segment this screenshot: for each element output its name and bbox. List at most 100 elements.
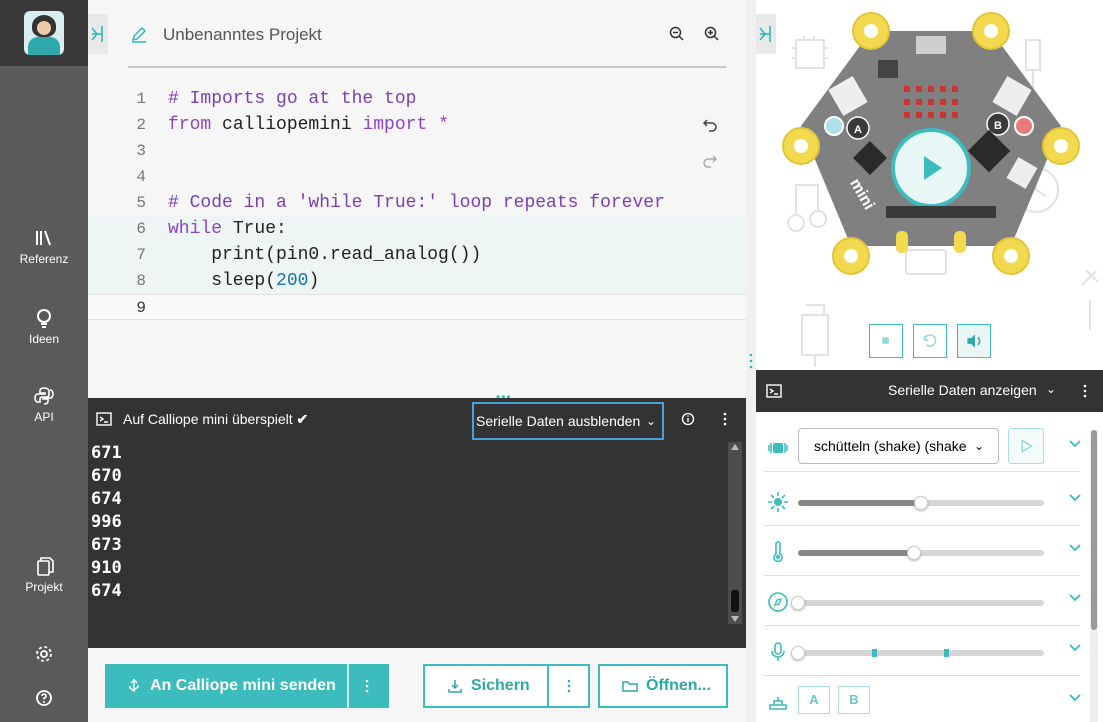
scroll-up-icon[interactable] <box>731 444 739 450</box>
send-options-icon[interactable] <box>365 678 369 694</box>
nav-label-referenz: Referenz <box>19 252 69 266</box>
code-line[interactable]: 7 print(pin0.read_analog()) <box>88 242 746 268</box>
console-scroll-thumb[interactable] <box>731 590 739 612</box>
sensor-row-sound <box>764 626 1082 676</box>
serial-output-line: 671 <box>91 443 122 463</box>
sensor-row-buttons: A B <box>764 676 1082 722</box>
save-options-button[interactable] <box>547 664 590 708</box>
code-line[interactable]: 8 sleep(200) <box>88 268 746 294</box>
zoom-out-icon[interactable] <box>668 25 686 43</box>
serial-output-line: 670 <box>91 466 122 486</box>
speaker-icon <box>967 334 981 348</box>
code-text: from calliopemini import * <box>168 112 449 138</box>
app-logo[interactable] <box>0 0 88 66</box>
code-line[interactable]: 5 # Code in a 'while True:' loop repeats … <box>88 190 746 216</box>
side-nav: Referenz Ideen API Projekt <box>0 0 88 722</box>
download-icon <box>448 680 462 693</box>
light-slider-knob[interactable] <box>914 496 928 510</box>
scroll-down-icon[interactable] <box>731 616 739 622</box>
open-button[interactable]: Öffnen... <box>598 664 728 708</box>
line-number: 7 <box>136 246 146 264</box>
line-number: 3 <box>136 142 146 160</box>
sim-reset-button[interactable] <box>913 324 947 358</box>
code-token: from <box>168 115 223 135</box>
svg-text:A: A <box>854 124 862 136</box>
send-to-calliope-button[interactable]: An Calliope mini senden <box>105 664 389 708</box>
code-line[interactable]: 1 # Imports go at the top <box>88 86 746 112</box>
sensor-scrollbar[interactable] <box>1090 430 1098 722</box>
undo-icon[interactable] <box>702 116 718 132</box>
vertical-splitter[interactable] <box>746 0 756 722</box>
drag-handle-icon[interactable] <box>749 352 753 370</box>
chevron-down-icon: ⌄ <box>974 439 985 453</box>
nav-item-referenz[interactable]: Referenz <box>0 228 88 266</box>
console-scrollbar[interactable] <box>728 442 742 624</box>
gesture-play-button[interactable] <box>1008 428 1044 464</box>
chevron-down-icon[interactable] <box>1068 690 1082 704</box>
chevron-down-icon[interactable] <box>1068 540 1082 554</box>
chevron-down-icon[interactable] <box>1068 640 1082 654</box>
chevron-down-icon[interactable] <box>1068 490 1082 504</box>
code-line[interactable]: 9 <box>88 294 746 320</box>
code-area[interactable]: 1 # Imports go at the top 2 from calliopemi… <box>88 86 746 320</box>
serial-data-header[interactable]: Serielle Daten anzeigen ⌄ <box>756 370 1103 412</box>
chevron-down-icon[interactable] <box>1068 436 1082 450</box>
nav-item-projekt[interactable]: Projekt <box>0 556 88 594</box>
redo-icon[interactable] <box>702 152 718 168</box>
chevron-down-icon[interactable] <box>1068 590 1082 604</box>
sound-threshold-high[interactable] <box>944 649 949 657</box>
shake-icon <box>768 443 788 453</box>
light-slider-fill <box>798 500 921 506</box>
compass-slider-knob[interactable] <box>791 596 805 610</box>
sim-sound-button[interactable] <box>957 324 991 358</box>
code-token: ) <box>308 271 320 291</box>
project-title-row: Unbenanntes Projekt <box>128 22 726 68</box>
sound-slider[interactable] <box>791 646 1044 660</box>
nav-item-ideen[interactable]: Ideen <box>0 308 88 346</box>
serial-console: Auf Calliope mini überspielt ✔ Serielle … <box>88 398 746 648</box>
serial-output: 671 670 674 996 673 910 674 <box>91 442 122 603</box>
code-line[interactable]: 2 from calliopemini import * <box>88 112 746 138</box>
temperature-slider-knob[interactable] <box>907 546 921 560</box>
temperature-slider[interactable] <box>798 546 1044 560</box>
line-number: 6 <box>136 220 146 238</box>
action-bar: An Calliope mini senden Sichern Öffnen..… <box>88 648 746 722</box>
calliope-board-icon[interactable]: A B mini <box>776 6 1086 286</box>
play-icon <box>1021 439 1034 453</box>
gesture-select[interactable]: schütteln (shake) (shake ⌄ <box>798 428 999 464</box>
help-button[interactable] <box>0 688 88 712</box>
chevron-down-icon[interactable]: ⌄ <box>1046 382 1056 396</box>
hide-serial-toggle[interactable]: Serielle Daten ausblenden ⌄ <box>472 402 664 440</box>
lightbulb-icon <box>37 309 51 328</box>
serial-output-line: 674 <box>91 489 122 509</box>
more-vertical-icon[interactable] <box>722 411 728 427</box>
zoom-in-icon[interactable] <box>703 25 721 43</box>
button-a[interactable]: A <box>798 686 830 714</box>
show-serial-label[interactable]: Serielle Daten anzeigen <box>888 382 1037 398</box>
info-icon[interactable] <box>681 412 695 426</box>
send-button-separator <box>347 664 349 708</box>
code-line[interactable]: 6 while True: <box>88 216 746 242</box>
settings-button[interactable] <box>0 644 88 668</box>
sound-threshold-low[interactable] <box>872 649 877 657</box>
button-b[interactable]: B <box>838 686 870 714</box>
sound-slider-knob[interactable] <box>791 646 805 660</box>
code-line[interactable]: 3 <box>88 138 746 164</box>
save-button[interactable]: Sichern <box>423 664 549 708</box>
nav-item-api[interactable]: API <box>0 386 88 424</box>
compass-slider[interactable] <box>791 596 1044 610</box>
sensor-scroll-thumb[interactable] <box>1091 430 1097 630</box>
pencil-icon[interactable] <box>130 25 148 43</box>
serial-output-line: 910 <box>91 558 122 578</box>
chevron-down-icon: ⌄ <box>645 414 656 428</box>
logo-avatar-icon <box>24 11 64 55</box>
code-token: import <box>362 115 439 135</box>
more-vertical-icon[interactable] <box>1082 383 1088 399</box>
button-press-icon <box>769 697 787 710</box>
project-title[interactable]: Unbenanntes Projekt <box>163 25 322 45</box>
code-token: calliopemini <box>222 115 363 135</box>
collapse-left-icon[interactable] <box>88 14 108 54</box>
light-slider[interactable] <box>798 496 1044 510</box>
sim-stop-button[interactable] <box>869 324 903 358</box>
code-line[interactable]: 4 <box>88 164 746 190</box>
